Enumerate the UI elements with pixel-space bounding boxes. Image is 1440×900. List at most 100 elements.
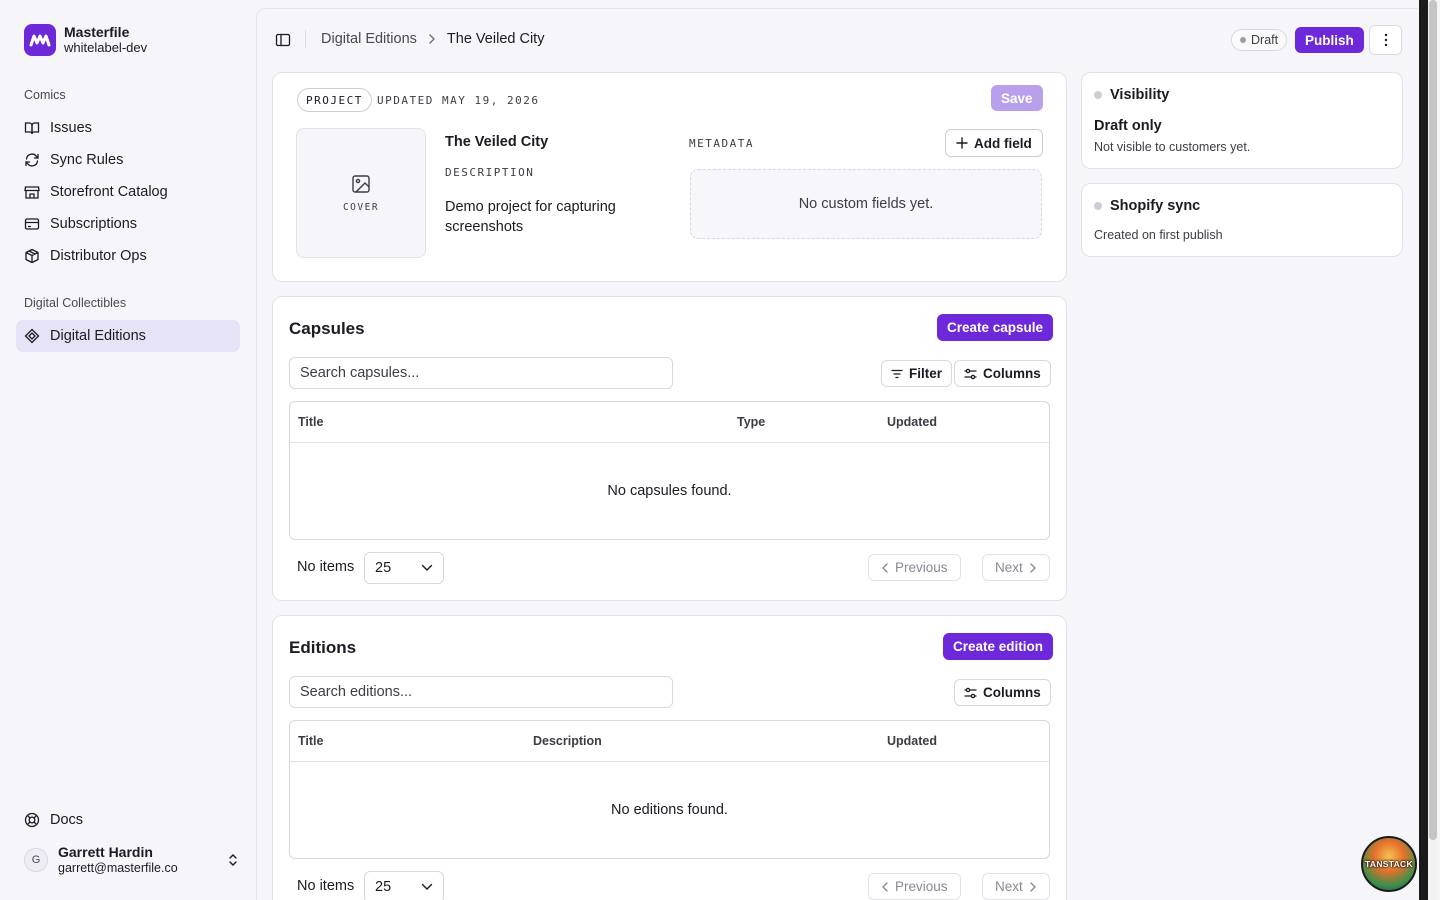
visibility-value: Draft only [1094,118,1162,134]
more-vertical-icon [1384,33,1387,47]
user-email: garrett@masterfile.co [58,861,178,875]
previous-page-button[interactable]: Previous [868,554,961,581]
brand-name: Masterfile [64,24,130,40]
sidebar-item-subscriptions[interactable]: Subscriptions [16,208,240,240]
sidebar-item-label: Sync Rules [50,152,124,168]
status-dot-icon [1094,91,1102,99]
page-size-select[interactable]: 25 [364,871,444,900]
sidebar-item-issues[interactable]: Issues [16,112,240,144]
project-card: PROJECT UPDATED MAY 19, 2026 Save COVER … [272,72,1067,282]
publish-button[interactable]: Publish [1295,27,1364,53]
section-title: Capsules [289,319,365,338]
sidebar-item-label: Docs [50,812,84,828]
next-page-button[interactable]: Next [982,554,1050,581]
nav-section-digital-collectibles: Digital Collectibles [24,296,127,310]
metadata-empty-state: No custom fields yet. [690,169,1042,239]
status-dot-icon [1240,37,1246,43]
visibility-card: Visibility Draft only Not visible to cus… [1081,72,1403,169]
window-edge [1419,0,1428,900]
sliders-icon [964,368,977,379]
filter-label: Filter [909,366,943,381]
updated-timestamp: UPDATED MAY 19, 2026 [377,94,540,107]
column-header-title[interactable]: Title [298,734,323,748]
column-header-type[interactable]: Type [737,415,765,429]
table-header: Title Type Updated [290,402,1049,443]
shopify-sync-note: Created on first publish [1094,228,1223,242]
add-field-button[interactable]: Add field [945,129,1043,157]
capsules-card: Capsules Create capsule Filter Columns T… [272,296,1067,601]
masterfile-logo-icon [24,24,56,56]
items-count: No items [297,559,355,575]
columns-label: Columns [983,685,1041,700]
sidebar-item-sync-rules[interactable]: Sync Rules [16,144,240,176]
refresh-icon [25,153,39,167]
chevron-down-icon [421,883,433,890]
workspace-switcher[interactable]: Masterfile whitelabel-dev [24,24,147,56]
table-empty-state: No editions found. [611,802,728,818]
cover-label: COVER [342,201,380,213]
previous-label: Previous [895,560,948,575]
divider [305,30,306,48]
status-badge: Draft [1231,29,1288,51]
visibility-note: Not visible to customers yet. [1094,140,1251,154]
life-buoy-icon [24,812,40,828]
next-page-button[interactable]: Next [982,873,1050,900]
chevron-down-icon [421,564,433,571]
column-header-description[interactable]: Description [533,734,602,748]
visibility-title-label: Visibility [1110,87,1170,103]
chevron-left-icon [882,562,888,573]
sidebar-item-label: Issues [50,120,92,136]
create-capsule-button[interactable]: Create capsule [937,314,1054,341]
cover-upload[interactable]: COVER [296,128,426,258]
shopify-sync-card: Shopify sync Created on first publish [1081,183,1403,257]
section-title: Editions [289,638,357,657]
previous-page-button[interactable]: Previous [868,873,961,900]
user-menu[interactable]: G Garrett Hardin garrett@masterfile.co [24,844,240,876]
user-name: Garrett Hardin [58,844,153,860]
sidebar-item-digital-editions[interactable]: Digital Editions [16,320,240,352]
sidebar-item-storefront-catalog[interactable]: Storefront Catalog [16,176,240,208]
visibility-title: Visibility [1094,87,1169,103]
sidebar-item-distributor-ops[interactable]: Distributor Ops [16,240,240,272]
sliders-icon [964,687,977,698]
page-size-value: 25 [375,879,392,895]
save-button[interactable]: Save [991,85,1043,111]
next-label: Next [995,560,1023,575]
nav-section-comics: Comics [24,88,66,102]
sidebar-item-docs[interactable]: Docs [16,804,240,836]
chevron-right-icon [1030,562,1036,573]
columns-button[interactable]: Columns [954,679,1051,706]
package-icon [25,248,39,264]
column-header-updated[interactable]: Updated [887,734,937,748]
column-header-title[interactable]: Title [298,415,323,429]
sidebar-item-label: Subscriptions [50,216,138,232]
book-open-icon [24,122,40,135]
search-editions-input[interactable] [289,676,673,708]
sidebar: Masterfile whitelabel-dev Comics Issues … [0,0,256,900]
status-badge-label: Draft [1251,33,1279,47]
sidebar-toggle-icon[interactable] [275,32,291,48]
column-header-updated[interactable]: Updated [887,415,937,429]
breadcrumb: Digital Editions The Veiled City [321,31,544,47]
create-edition-button[interactable]: Create edition [943,633,1054,660]
next-label: Next [995,879,1023,894]
editions-card: Editions Create edition Columns Title De… [272,615,1067,900]
filter-button[interactable]: Filter [881,360,953,387]
more-options-button[interactable] [1369,25,1402,55]
store-icon [24,186,40,199]
tanstack-devtools-button[interactable]: TANSTACK [1361,836,1417,892]
scrollbar-thumb[interactable] [1429,0,1437,840]
table-empty-state: No capsules found. [607,483,732,499]
search-capsules-input[interactable] [289,357,673,389]
table-header: Title Description Updated [290,721,1049,762]
metadata-label: METADATA [689,137,754,150]
credit-card-icon [24,218,40,230]
status-dot-icon [1094,202,1102,210]
breadcrumb-link[interactable]: Digital Editions [321,31,417,47]
columns-button[interactable]: Columns [954,360,1051,387]
description-label: DESCRIPTION [445,166,535,179]
avatar: G [24,848,48,872]
page-size-select[interactable]: 25 [364,552,444,584]
chevron-right-icon [429,34,435,44]
items-count: No items [297,878,355,894]
